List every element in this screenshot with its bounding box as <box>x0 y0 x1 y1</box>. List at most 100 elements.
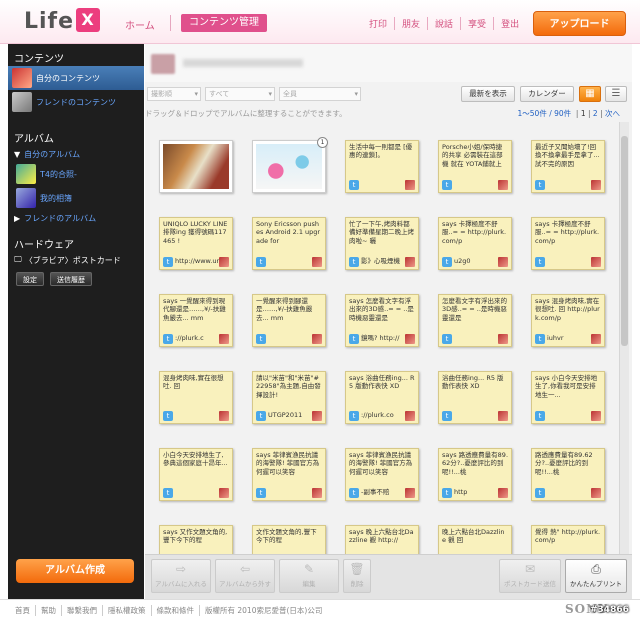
sidebar-item-my-albums[interactable]: ▼ 自分のアルバム <box>8 146 144 162</box>
footer-link-privacy[interactable]: 隱私權政策 <box>102 605 151 616</box>
photo-card[interactable] <box>159 140 233 193</box>
photo-card[interactable]: 1 <box>252 137 328 193</box>
card-text: says 路透應費量有89.62分?..憂麼評比的到呢!!...桃 <box>442 451 508 476</box>
status-card[interactable]: 忙了一下午,烤肉料都備好準備星期二晚上烤肉啦~ 曬 t 影》心吸煙機 <box>345 217 419 270</box>
nav-contents-management[interactable]: コンテンツ管理 <box>181 14 267 32</box>
card-text: 浴曲任務ing... R5 版動作表快 XD <box>442 374 504 391</box>
list-view-icon[interactable]: ☰ <box>605 86 627 102</box>
author-avatar <box>591 333 601 344</box>
author-avatar <box>312 410 322 421</box>
author-avatar <box>405 487 415 498</box>
settings-button[interactable]: 設定 <box>16 272 44 286</box>
sidebar-item-label: 〈ブラビア〉ポストカード <box>24 255 121 265</box>
status-card[interactable]: 混身烤肉味,實在很想吐. 回 t <box>159 371 233 424</box>
footer-link-help[interactable]: 幫助 <box>35 605 61 616</box>
status-card[interactable]: says 菲律賓漁民抗議的海警隊! 菲國官方為何遲可以笑容 t -副事不賠 <box>345 448 419 501</box>
sidebar-item-my-contents[interactable]: 自分のコンテンツ <box>8 66 144 90</box>
card-text: 文作文題文角的,豐下今下的程 <box>256 528 317 545</box>
author-avatar <box>219 256 229 267</box>
status-card[interactable]: says 小白今天安排地生了,你看我可是安排地生一... t <box>531 371 605 424</box>
status-card[interactable]: says 又作文題文角的,豐下今下的程t <box>159 525 233 554</box>
status-card[interactable]: says 卡擇極度不舒服..= = http://plurk.com/p t u2g… <box>438 217 512 270</box>
author-avatar <box>498 179 508 190</box>
photo-thumbnail <box>256 144 322 189</box>
status-card[interactable]: says 路透應費量有89.62分?..憂麼評比的到呢!!...桃 t http <box>438 448 512 501</box>
status-card[interactable]: 覺得 熱" http://plurk.com/pt <box>531 525 605 554</box>
card-footer: t <box>256 256 322 267</box>
scrollbar-thumb[interactable] <box>621 136 628 346</box>
link-print[interactable]: 打印 <box>362 17 394 30</box>
type-select[interactable]: すべて <box>205 87 275 101</box>
link-talk[interactable]: 說話 <box>427 17 460 30</box>
create-album-button[interactable]: アルバム作成 <box>16 559 134 583</box>
card-text: 路透應費量有89.62分?..憂麼評比的到呢!!...桃 <box>535 451 593 476</box>
card-text: says 又作文題文角的,豐下今下的程 <box>163 528 228 545</box>
link-enjoy[interactable]: 享受 <box>460 17 493 30</box>
nav-home[interactable]: ホーム <box>125 17 155 32</box>
status-card[interactable]: says 卡擇極度不舒服..= = http://plurk.com/p t <box>531 217 605 270</box>
easy-print-button[interactable]: ⎙ かんたんプリント <box>565 559 627 593</box>
status-card[interactable]: 小白今天安排地生了,參典這個家庭十昂年... t <box>159 448 233 501</box>
status-card[interactable]: says 浴曲任務ing... R5 版動作表快 XD t://plurk.co <box>345 371 419 424</box>
status-card[interactable]: UNIQLO LUCKY LINE 排隊ing 獲得號碼117465 ! t htt… <box>159 217 233 270</box>
sidebar-item-album-1[interactable]: T4的合照- <box>8 162 144 186</box>
status-card[interactable]: 一覺醒來得到腳還是……,¥/-扶雞魚嚴去... mm t <box>252 294 326 347</box>
link-friends[interactable]: 朋友 <box>394 17 427 30</box>
status-card[interactable]: says 晚上六點台北Dazzline 觀 http://t <box>345 525 419 554</box>
twitter-icon: t <box>163 256 173 267</box>
pager-next[interactable]: 次へ <box>605 109 620 118</box>
grid-scrollbar[interactable] <box>619 122 629 554</box>
status-card[interactable]: Sony Ericsson pushes Android 2.1 upgrade… <box>252 217 326 270</box>
send-history-button[interactable]: 送信履歴 <box>50 272 92 286</box>
status-card[interactable]: says 混身烤肉味,實在很想吐. 回 http://plurk.com/p t i… <box>531 294 605 347</box>
pagination: 1〜50件 / 90件 | 1 | 2 | 次へ <box>517 109 621 118</box>
triangle-right-icon[interactable]: ▶ <box>14 214 20 223</box>
status-card[interactable]: 晚上六點台北Dazzline 觀 回t <box>438 525 512 554</box>
edit-button[interactable]: ✎ 編集 <box>279 559 339 593</box>
twitter-icon: t <box>535 179 545 190</box>
sidebar-item-label: 自分のコンテンツ <box>36 73 100 83</box>
twitter-icon: t <box>535 410 545 421</box>
sidebar-item-friends-albums[interactable]: ▶ フレンドのアルバム <box>8 210 144 226</box>
status-card[interactable]: says 怎麼看文字有浮出來的3D感..= = ..是時機惡靈還是 t 鏡嗎? ht… <box>345 294 419 347</box>
status-card[interactable]: 文作文題文角的,豐下今下的程t <box>252 525 326 554</box>
remove-from-album-button[interactable]: ⇦ アルバムから外す <box>215 559 275 593</box>
status-card[interactable]: 路透應費量有89.62分?..憂麼評比的到呢!!...桃 t <box>531 448 605 501</box>
delete-button[interactable]: 🗑 削除 <box>343 559 371 593</box>
upload-button[interactable]: アップロード <box>533 11 626 36</box>
status-card[interactable]: 最近子又聞始壞了!回 換不換拿最手是拿了...試不完的原因 t <box>531 140 605 193</box>
status-card[interactable]: says 菲律賓漁民抗議的海警隊! 菲國官方為何遲可以笑容 t <box>252 448 326 501</box>
status-card[interactable]: Porsche小姐/保時捷的共享 必需裝在這部機 就在 YOTA鋪就上 t <box>438 140 512 193</box>
footer-link-home[interactable]: 首頁 <box>10 605 35 616</box>
status-card[interactable]: 怎麼看文字有浮出來的3D感..= = ..是時機惡靈還是 t <box>438 294 512 347</box>
triangle-down-icon[interactable]: ▼ <box>14 150 20 159</box>
card-footer: thttp://www.uniq <box>163 256 229 267</box>
link-logout[interactable]: 登出 <box>493 17 526 30</box>
card-text: Sony Ericsson pushes Android 2.1 upgrade… <box>256 220 321 245</box>
author-avatar <box>498 487 508 498</box>
card-footer: t <box>535 410 601 421</box>
sidebar-item-bravia-postcard[interactable]: 🖵 〈ブラビア〉ポストカード <box>8 252 144 268</box>
status-card[interactable]: says 一覺醒來得到現代腳還是……,¥/-扶雞魚嚴去... mm t://plu… <box>159 294 233 347</box>
life-x-logo[interactable]: Life X <box>24 8 101 34</box>
status-card[interactable]: 生活中每一則都是 [優惠的連鎖]。 t <box>345 140 419 193</box>
status-card[interactable]: 浴曲任務ing... R5 版動作表快 XD t <box>438 371 512 424</box>
add-to-album-button[interactable]: ⇨ アルバムに入れる <box>151 559 211 593</box>
sort-select[interactable]: 撮影順 <box>147 87 201 101</box>
contents-heading: コンテンツ <box>14 54 64 65</box>
footer-link-terms[interactable]: 條款和條件 <box>150 605 200 616</box>
owner-select[interactable]: 全員 <box>279 87 361 101</box>
calendar-button[interactable]: カレンダー <box>520 86 574 102</box>
grid-view-icon[interactable]: ▦ <box>579 86 601 102</box>
sidebar-item-friends-contents[interactable]: フレンドのコンテンツ <box>8 90 144 114</box>
button-label: かんたんプリント <box>570 580 622 588</box>
status-card[interactable]: 請以"米苗"和"米苗"#22958"為主題,自由發揮設計! t UTGP2011 <box>252 371 326 424</box>
twitter-icon: t <box>442 410 452 421</box>
postcard-send-button[interactable]: ✉ ポストカード送信 <box>499 559 561 593</box>
footer-link-contact[interactable]: 聯繫我們 <box>61 605 102 616</box>
card-link-text: 影》心吸煙機 <box>361 257 400 266</box>
pager-page-2[interactable]: 2 <box>593 109 598 118</box>
sidebar-item-album-2[interactable]: 我的相簿 <box>8 186 144 210</box>
pager-page-1[interactable]: 1 <box>581 109 586 118</box>
show-latest-button[interactable]: 最新を表示 <box>461 86 515 102</box>
